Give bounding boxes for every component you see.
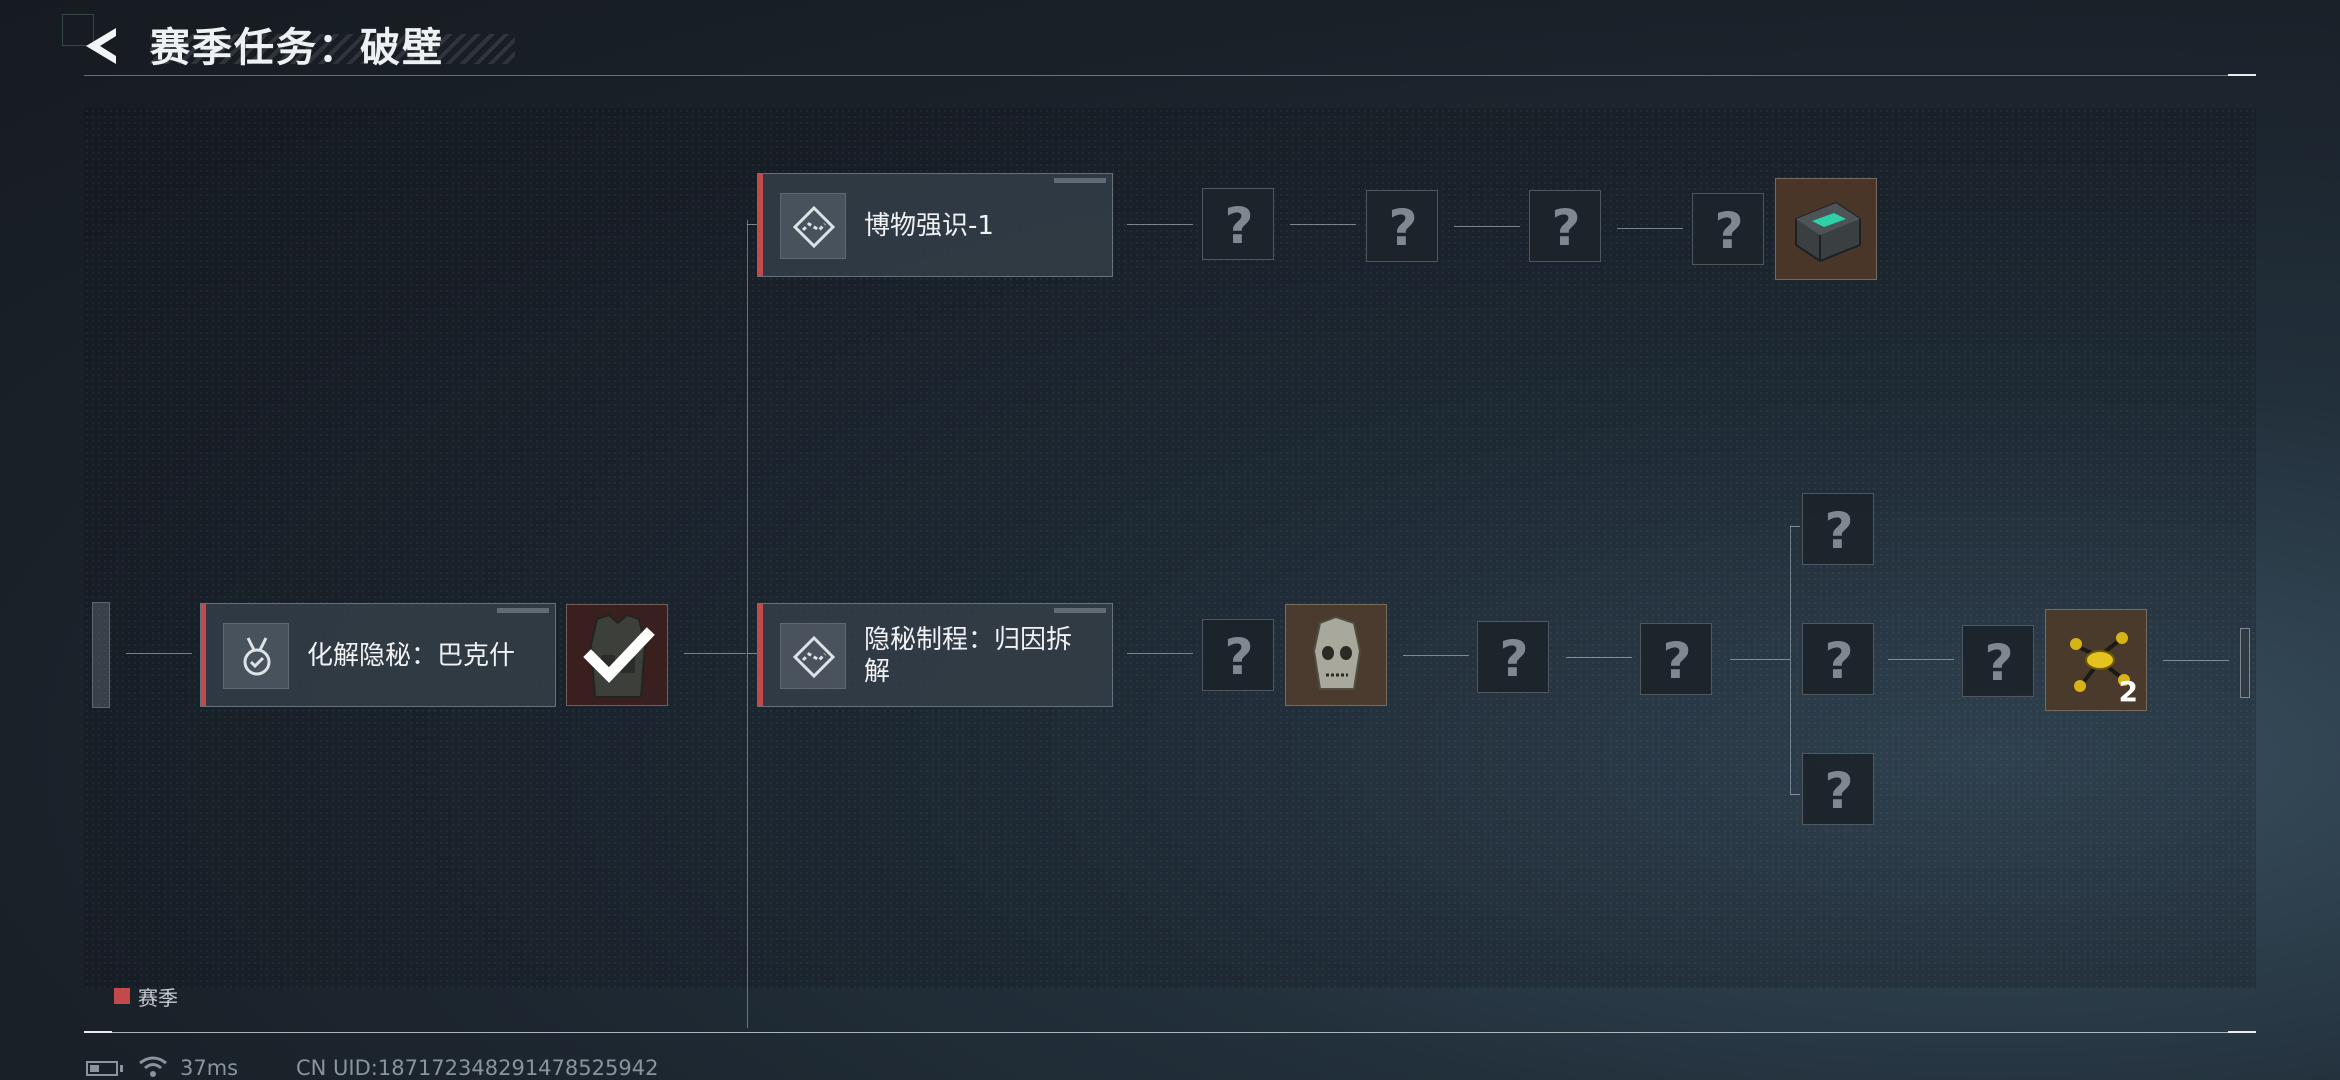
battery-tip (120, 1065, 123, 1072)
svg-text:?: ? (1388, 199, 1417, 257)
footer-divider (84, 1032, 2256, 1033)
connector (1617, 228, 1683, 229)
unknown-reward[interactable]: ? (1692, 193, 1764, 265)
unknown-reward[interactable]: ? (1802, 623, 1874, 695)
checkmark-icon (583, 627, 655, 683)
svg-text:?: ? (1984, 634, 2013, 692)
skull-helmet-icon (1312, 615, 1362, 690)
svg-text:?: ? (1551, 199, 1580, 257)
unknown-reward[interactable]: ? (1962, 625, 2034, 697)
legend-label: 赛季 (138, 986, 178, 1010)
question-mark-icon: ? (1824, 762, 1853, 820)
task-label-line1: 隐秘制程：归因拆 (864, 625, 1073, 655)
question-mark-icon: ? (1662, 632, 1691, 690)
svg-text:?: ? (1224, 197, 1253, 255)
svg-text:?: ? (1224, 628, 1253, 686)
footer-divider-end (2228, 1031, 2256, 1033)
connector (1403, 655, 1469, 656)
svg-text:?: ? (1499, 630, 1528, 688)
task-label: 化解隐秘：巴克什 (307, 641, 516, 671)
question-mark-icon: ? (1824, 632, 1853, 690)
unknown-reward[interactable]: ? (1802, 753, 1874, 825)
svg-text:?: ? (1662, 632, 1691, 690)
season-marker (758, 174, 763, 276)
next-node-stub[interactable] (2240, 628, 2250, 698)
connector (1888, 659, 1954, 660)
task-card-mid[interactable]: 隐秘制程：归因拆 解 (757, 603, 1113, 707)
question-mark-icon: ? (1984, 634, 2013, 692)
connector (1290, 224, 1356, 225)
svg-text:?: ? (1824, 502, 1853, 560)
question-mark-icon: ? (1388, 199, 1417, 257)
connector (684, 653, 746, 654)
connector (126, 653, 192, 654)
unknown-reward[interactable]: ? (1202, 619, 1274, 691)
branch-line (1790, 526, 1791, 794)
trunk-line (747, 220, 748, 1028)
connector (1127, 653, 1193, 654)
unknown-reward[interactable]: ? (1366, 190, 1438, 262)
card-deco (497, 608, 549, 613)
task-label-line2: 解 (864, 657, 891, 687)
svg-text:?: ? (1824, 762, 1853, 820)
connector (2163, 660, 2229, 661)
back-arrow-icon (86, 28, 116, 64)
reward-item-drone[interactable]: 2 (2045, 609, 2147, 711)
header-divider (84, 75, 2256, 76)
unknown-reward[interactable]: ? (1202, 188, 1274, 260)
connector (1566, 657, 1632, 658)
svg-text:?: ? (1714, 202, 1743, 260)
question-mark-icon: ? (1224, 197, 1253, 255)
question-mark-icon: ? (1224, 628, 1253, 686)
task-card-left[interactable]: 化解隐秘：巴克什 (200, 603, 556, 707)
connector (1730, 659, 1790, 660)
task-card-top[interactable]: 博物强识-1 (757, 173, 1113, 277)
reward-item-helmet[interactable] (1285, 604, 1387, 706)
legend-swatch (114, 988, 130, 1004)
connector (1790, 526, 1800, 527)
footer-divider-end (84, 1031, 112, 1033)
svg-text:?: ? (1824, 632, 1853, 690)
connector (1790, 794, 1800, 795)
unknown-reward[interactable]: ? (1802, 493, 1874, 565)
card-deco (1054, 608, 1106, 613)
unknown-reward[interactable]: ? (1640, 623, 1712, 695)
question-mark-icon: ? (1551, 199, 1580, 257)
reward-item-vest[interactable] (566, 604, 668, 706)
season-marker (201, 604, 206, 706)
task-tree-panel (84, 108, 2256, 988)
wifi-icon (139, 1056, 167, 1077)
unknown-reward[interactable]: ? (1477, 621, 1549, 693)
question-mark-icon: ? (1714, 202, 1743, 260)
route-diamond-icon (780, 193, 846, 259)
connector (747, 653, 757, 654)
battery-icon (86, 1061, 118, 1076)
back-button[interactable] (82, 24, 126, 68)
connector (1127, 224, 1193, 225)
medal-icon (223, 623, 289, 689)
question-mark-icon: ? (1499, 630, 1528, 688)
question-mark-icon: ? (1824, 502, 1853, 560)
ping-text: 37ms (180, 1056, 239, 1080)
reward-count: 2 (2118, 675, 2138, 708)
route-diamond-icon (780, 623, 846, 689)
connector (1454, 226, 1520, 227)
previous-node-stub[interactable] (92, 602, 110, 708)
equipment-case-icon (1795, 201, 1861, 263)
page-title: 赛季任务：破壁 (150, 25, 444, 71)
header-divider-end (2228, 74, 2256, 76)
card-deco (1054, 178, 1106, 183)
uid-text: CN UID:1871723482914785259​42 (296, 1056, 659, 1080)
reward-item-case[interactable] (1775, 178, 1877, 280)
connector (747, 224, 757, 225)
task-label: 博物强识-1 (864, 211, 994, 241)
season-marker (758, 604, 763, 706)
unknown-reward[interactable]: ? (1529, 190, 1601, 262)
